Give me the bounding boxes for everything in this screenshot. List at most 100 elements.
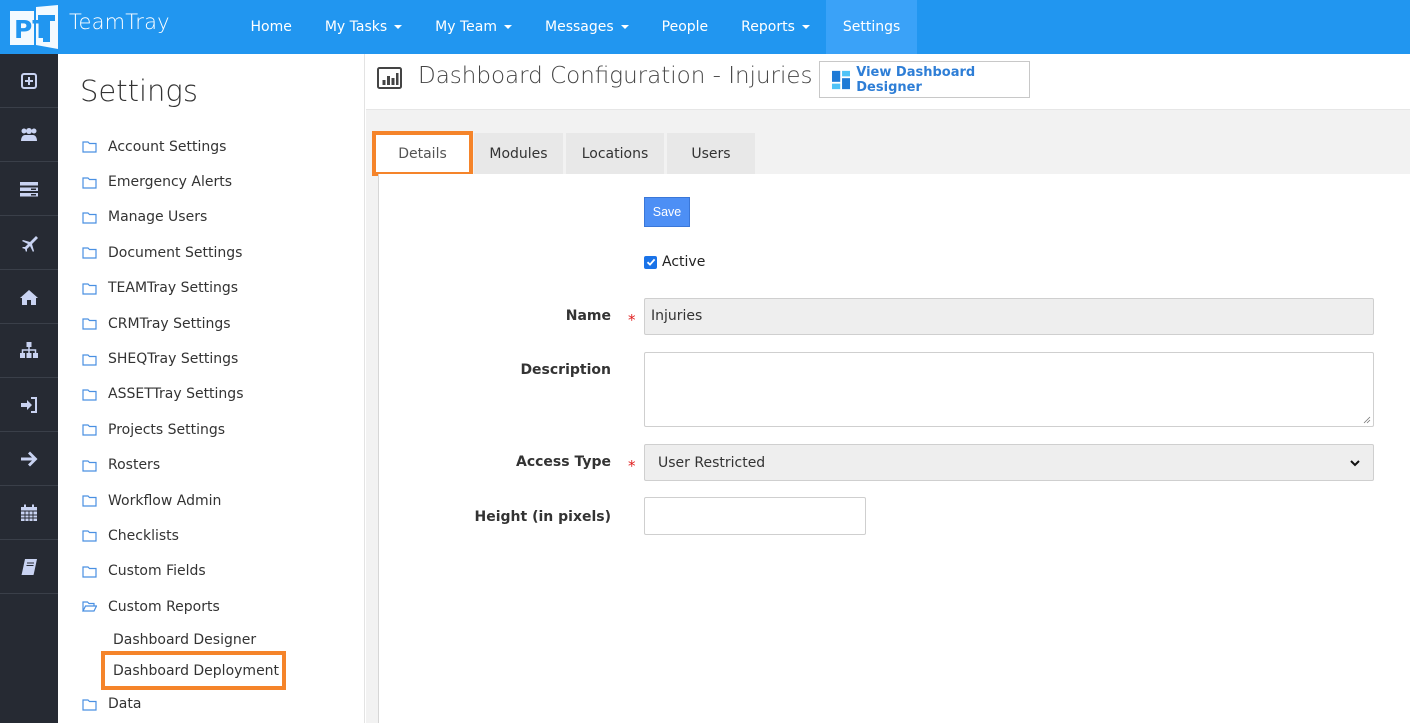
teamtray-logo[interactable]: PT	[8, 5, 63, 49]
sitemap-icon	[20, 341, 38, 358]
tab-locations[interactable]: Locations	[566, 133, 664, 174]
settings-item-label: Emergency Alerts	[108, 174, 233, 191]
settings-item-label: Projects Settings	[108, 421, 226, 438]
settings-item-sheqtray-settings[interactable]: SHEQTray Settings	[82, 341, 282, 376]
access-type-label: Access Type	[516, 454, 611, 470]
folder-icon	[82, 353, 97, 366]
sign-in-icon	[21, 396, 37, 413]
save-button[interactable]: Save	[644, 197, 690, 227]
plane-icon	[22, 235, 38, 252]
name-label: Name	[565, 308, 611, 324]
rail-home[interactable]	[0, 270, 58, 324]
nav-reports-label: Reports	[741, 19, 795, 35]
view-dashboard-designer-button[interactable]: View Dashboard Designer	[819, 61, 1030, 98]
folder-icon	[82, 699, 97, 711]
settings-item-label: Data	[108, 696, 142, 713]
rail-users[interactable]	[0, 108, 58, 162]
tab-users[interactable]: Users	[667, 133, 755, 174]
access-type-select[interactable]: User Restricted	[644, 444, 1374, 481]
nav-people[interactable]: People	[645, 0, 725, 54]
rail-org[interactable]	[0, 324, 58, 378]
rail-server[interactable]	[0, 162, 58, 216]
settings-item-crmtray-settings[interactable]: CRMTray Settings	[82, 306, 282, 341]
folder-icon	[82, 566, 97, 578]
nav-my-tasks[interactable]: My Tasks	[308, 0, 418, 54]
settings-item-label: CRMTray Settings	[108, 315, 231, 332]
settings-item-assettray-settings[interactable]: ASSETTray Settings	[82, 377, 282, 412]
bar-chart-icon	[377, 67, 402, 89]
nav-messages-label: Messages	[545, 19, 614, 35]
page-header: Dashboard Configuration - Injuries View …	[366, 54, 1410, 110]
settings-item-label: Checklists	[108, 527, 179, 544]
page-title: Dashboard Configuration - Injuries	[418, 63, 813, 89]
access-type-value: User Restricted	[658, 454, 766, 471]
rail-arrow[interactable]	[0, 432, 58, 486]
settings-subitem-dashboard-designer[interactable]: Dashboard Designer	[82, 624, 282, 655]
tab-details-label: Details	[398, 145, 447, 162]
folder-icon	[82, 530, 97, 543]
chevron-down-icon	[1350, 459, 1360, 466]
settings-item-checklists[interactable]: Checklists	[82, 518, 282, 553]
settings-item-label: Document Settings	[108, 244, 243, 261]
tab-details[interactable]: Details	[372, 131, 473, 176]
access-type-required-marker: *	[628, 457, 636, 475]
rail-calendar[interactable]	[0, 486, 58, 540]
settings-item-account-settings[interactable]: Account Settings	[82, 129, 282, 164]
home-icon	[20, 289, 38, 305]
settings-item-label: Account Settings	[108, 138, 227, 155]
description-textarea[interactable]	[644, 352, 1374, 427]
settings-item-document-settings[interactable]: Document Settings	[82, 235, 282, 270]
settings-item-rosters[interactable]: Rosters	[82, 448, 282, 483]
active-checkbox[interactable]	[644, 255, 657, 269]
settings-item-label: Manage Users	[108, 209, 208, 226]
book-icon	[21, 558, 37, 575]
active-label: Active	[662, 254, 706, 270]
settings-item-custom-reports[interactable]: Custom Reports	[82, 589, 282, 624]
nav-reports[interactable]: Reports	[725, 0, 827, 54]
name-input[interactable]: Injuries	[644, 298, 1374, 335]
nav-settings-label: Settings	[842, 19, 901, 35]
main-nav: Home My Tasks My Team Messages People Re…	[234, 0, 917, 54]
settings-item-custom-fields[interactable]: Custom Fields	[82, 554, 282, 589]
view-dashboard-designer-label: View Dashboard Designer	[856, 64, 976, 95]
settings-item-data[interactable]: Data	[82, 686, 282, 721]
plus-square-icon	[21, 72, 37, 89]
folder-open-icon	[82, 601, 97, 612]
settings-subitem-label: Dashboard Designer	[113, 631, 257, 648]
folder-icon	[82, 460, 97, 472]
folder-icon	[82, 212, 97, 224]
height-input[interactable]	[644, 497, 866, 535]
brand-name[interactable]: TeamTray	[69, 10, 170, 34]
settings-item-manage-users[interactable]: Manage Users	[82, 200, 282, 235]
settings-item-emergency-alerts[interactable]: Emergency Alerts	[82, 164, 282, 199]
folder-icon	[82, 247, 97, 259]
settings-menu: Account Settings Emergency Alerts Manage…	[82, 129, 286, 722]
nav-settings[interactable]: Settings	[826, 0, 917, 54]
rail-travel[interactable]	[0, 216, 58, 270]
nav-home[interactable]: Home	[234, 0, 308, 54]
name-required-marker: *	[628, 311, 636, 329]
nav-my-team[interactable]: My Team	[419, 0, 529, 54]
settings-item-label: Custom Fields	[108, 563, 206, 580]
settings-item-workflow-admin[interactable]: Workflow Admin	[82, 483, 282, 518]
details-form: Save Active Name * Injuries Description …	[378, 174, 1410, 723]
settings-item-teamtray-settings[interactable]: TEAMTray Settings	[82, 271, 282, 306]
settings-item-projects-settings[interactable]: Projects Settings	[82, 412, 282, 447]
tab-modules[interactable]: Modules	[474, 133, 563, 174]
settings-subitem-dashboard-deployment[interactable]: Dashboard Deployment	[101, 651, 286, 691]
tab-locations-label: Locations	[581, 145, 649, 162]
rail-add[interactable]	[0, 54, 58, 108]
users-icon	[21, 127, 37, 141]
settings-title: Settings	[80, 74, 198, 108]
folder-icon	[82, 176, 97, 189]
caret-down-icon	[620, 25, 629, 29]
active-checkbox-row: Active	[644, 254, 705, 270]
nav-home-label: Home	[250, 19, 292, 35]
nav-my-tasks-label: My Tasks	[324, 19, 388, 35]
folder-icon	[82, 389, 97, 401]
nav-messages[interactable]: Messages	[529, 0, 646, 54]
rail-sign-in[interactable]	[0, 378, 58, 432]
settings-item-label: Rosters	[108, 457, 161, 474]
resize-grip-icon[interactable]	[1363, 416, 1371, 424]
rail-book[interactable]	[0, 540, 58, 594]
